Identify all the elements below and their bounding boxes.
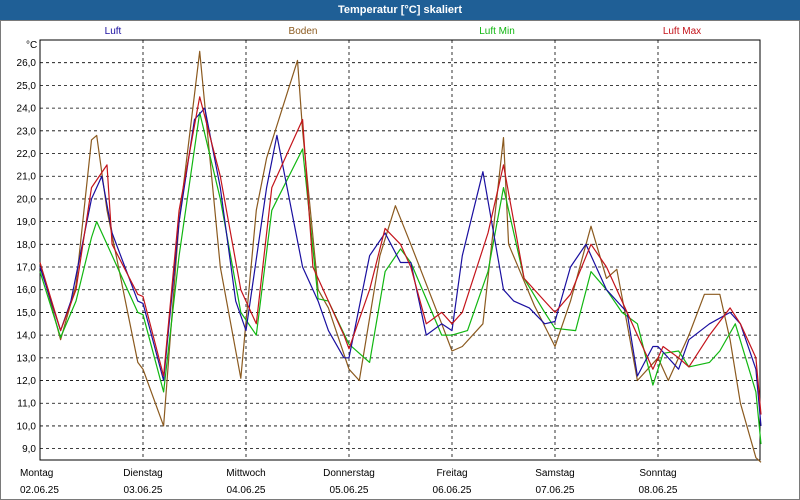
- y-tick-label: 26,0: [17, 58, 37, 69]
- series-line-luft-max: [39, 96, 762, 415]
- y-tick-label: 13,0: [17, 353, 37, 364]
- chart-window: Temperatur [°C] skaliert Luft Boden Luft M…: [0, 0, 800, 500]
- x-tick-day-label: Sonntag: [639, 468, 676, 479]
- x-tick-date-label: 08.06.25: [639, 485, 678, 496]
- y-tick-label: 20,0: [17, 194, 37, 205]
- x-tick-date-label: 03.06.25: [124, 485, 163, 496]
- y-tick-label: 23,0: [17, 126, 37, 137]
- legend: Luft Boden Luft Min Luft Max: [105, 26, 702, 37]
- y-axis: 9,0 10,0 11,0 12,0 13,0 14,0 15,0 16,0 17,0 18,0 1…: [17, 58, 37, 455]
- y-tick-label: 18,0: [17, 240, 37, 251]
- x-tick-day-label: Montag: [20, 468, 53, 479]
- series-lines: [39, 50, 762, 463]
- y-tick-label: 11,0: [17, 399, 36, 410]
- y-tick-label: 10,0: [17, 421, 37, 432]
- y-tick-label: 24,0: [17, 104, 37, 115]
- x-tick-day-label: Mittwoch: [226, 468, 265, 479]
- y-axis-unit-label: °C: [26, 40, 37, 51]
- temperature-chart: Luft Boden Luft Min Luft Max °C 9,0 10,0 11,0…: [17, 26, 762, 496]
- y-tick-label: 12,0: [17, 376, 37, 387]
- y-tick-label: 22,0: [17, 149, 37, 160]
- series-line-boden: [39, 50, 762, 463]
- x-tick-day-label: Donnerstag: [323, 468, 375, 479]
- x-axis: Montag 02.06.25 Dienstag 03.06.25 Mittwoch 04…: [20, 468, 678, 496]
- y-tick-label: 17,0: [17, 263, 37, 274]
- y-tick-label: 14,0: [17, 331, 37, 342]
- y-tick-label: 25,0: [17, 81, 37, 92]
- x-tick-date-label: 07.06.25: [536, 485, 575, 496]
- x-tick-date-label: 06.06.25: [433, 485, 472, 496]
- series-line-luft-min: [39, 111, 762, 445]
- legend-entry: Boden: [289, 26, 318, 37]
- y-tick-label: 9,0: [22, 444, 36, 455]
- x-tick-day-label: Dienstag: [123, 468, 162, 479]
- y-tick-label: 16,0: [17, 285, 37, 296]
- x-tick-date-label: 04.06.25: [227, 485, 266, 496]
- x-tick-date-label: 02.06.25: [20, 485, 59, 496]
- legend-entry: Luft Max: [663, 26, 701, 37]
- y-tick-label: 15,0: [17, 308, 37, 319]
- legend-entry: Luft: [105, 26, 122, 37]
- y-tick-label: 21,0: [17, 172, 37, 183]
- x-tick-date-label: 05.06.25: [330, 485, 369, 496]
- x-tick-day-label: Samstag: [535, 468, 574, 479]
- x-tick-day-label: Freitag: [436, 468, 467, 479]
- legend-entry: Luft Min: [479, 26, 515, 37]
- y-tick-label: 19,0: [17, 217, 37, 228]
